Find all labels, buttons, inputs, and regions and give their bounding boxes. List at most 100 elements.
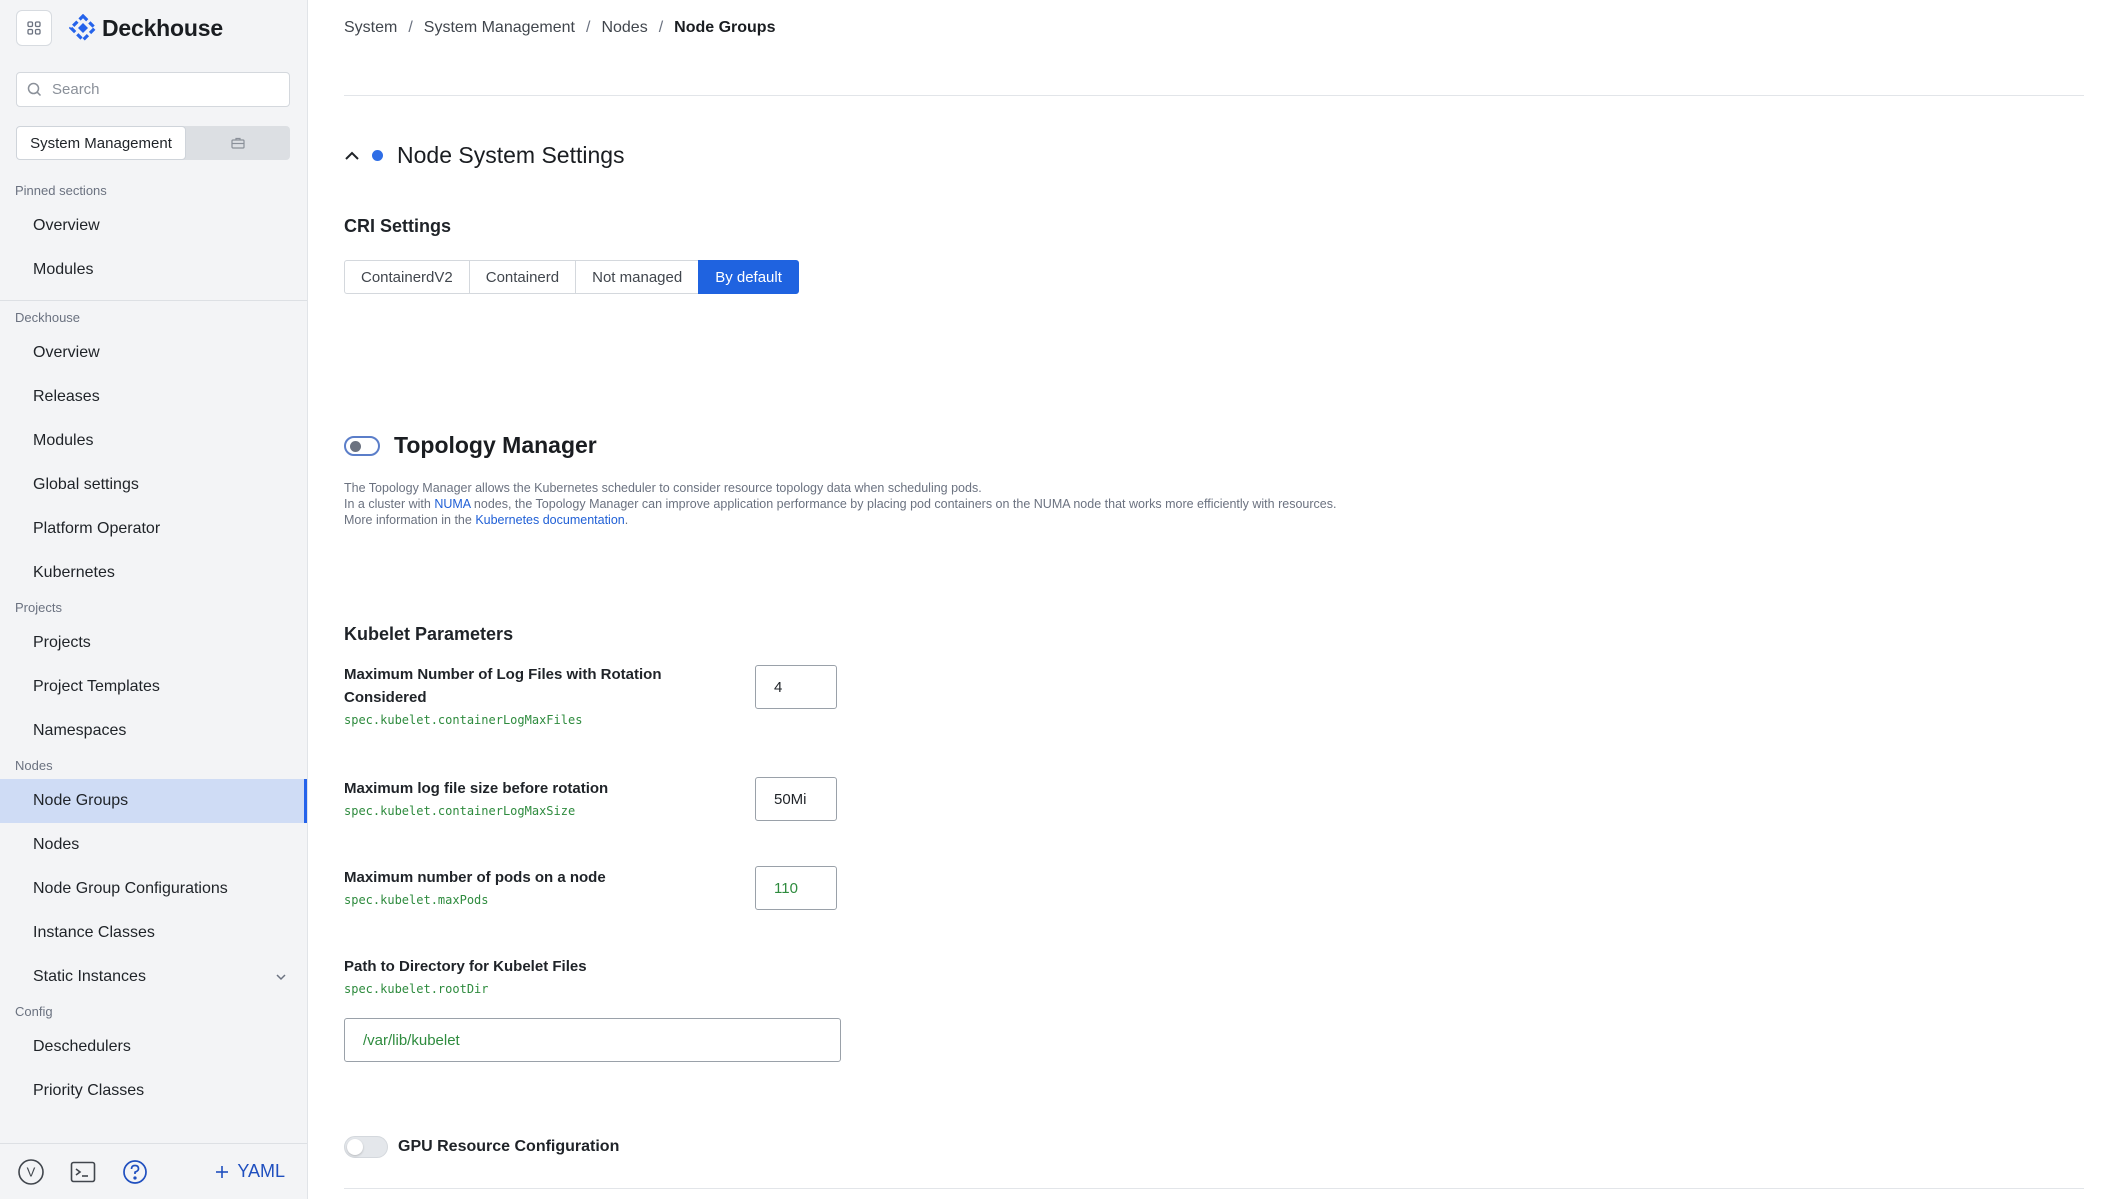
numa-link[interactable]: NUMA: [434, 497, 470, 511]
sidebar-item-node-groups[interactable]: Node Groups: [0, 779, 307, 823]
sidebar-item-overview[interactable]: Overview: [0, 331, 307, 375]
add-yaml-button[interactable]: YAML: [215, 1161, 285, 1182]
logo-row: Deckhouse: [16, 10, 223, 46]
topology-manager-description: The Topology Manager allows the Kubernet…: [344, 480, 1336, 528]
help-icon: [123, 1159, 147, 1184]
cri-option-containerdv2[interactable]: ContainerdV2: [344, 260, 470, 294]
cri-option-by-default[interactable]: By default: [698, 260, 799, 294]
divider: [344, 95, 2084, 96]
desc-text: More information in the: [344, 513, 476, 527]
param-container-log-max-files: Maximum Number of Log Files with Rotatio…: [344, 663, 704, 727]
gpu-resource-label: GPU Resource Configuration: [398, 1138, 620, 1155]
param-max-pods: Maximum number of pods on a node spec.ku…: [344, 866, 704, 907]
user-avatar-button[interactable]: V: [16, 1157, 46, 1187]
divider: [344, 1188, 2084, 1189]
sidebar-footer: V YAML: [0, 1143, 307, 1199]
root-dir-input[interactable]: [344, 1018, 841, 1062]
param-root-dir: Path to Directory for Kubelet Files spec…: [344, 955, 704, 996]
breadcrumb-system[interactable]: System: [344, 19, 397, 37]
kubelet-parameters-title: Kubelet Parameters: [344, 624, 514, 644]
cri-settings-label: CRI Settings: [344, 216, 452, 236]
sidebar-item-platform-operator[interactable]: Platform Operator: [0, 507, 307, 551]
avatar-icon: V: [18, 1158, 44, 1185]
topology-desc-line-3: More information in the Kubernetes docum…: [344, 512, 1336, 528]
cri-option-not-managed[interactable]: Not managed: [575, 260, 700, 294]
sidebar-item-releases[interactable]: Releases: [0, 375, 307, 419]
sidebar-item-kubernetes[interactable]: Kubernetes: [0, 551, 307, 595]
sidebar-item-instance-classes[interactable]: Instance Classes: [0, 911, 307, 955]
breadcrumb-separator: /: [408, 19, 413, 36]
nav-section-pinned: Pinned sections: [15, 183, 107, 198]
nav-section-nodes: Nodes: [15, 758, 53, 773]
section-header[interactable]: Node System Settings: [344, 142, 625, 169]
terminal-icon: [70, 1161, 96, 1182]
max-pods-input[interactable]: [755, 866, 837, 910]
topology-manager-title: Topology Manager: [394, 432, 597, 458]
sidebar-item-modules[interactable]: Modules: [0, 419, 307, 463]
sidebar-item-namespaces[interactable]: Namespaces: [0, 709, 307, 753]
sidebar: Deckhouse System Management Pinned secti…: [0, 0, 308, 1199]
topology-desc-line-2: In a cluster with NUMA nodes, the Topolo…: [344, 496, 1336, 512]
main-content: System / System Management / Nodes / Nod…: [309, 0, 2105, 1199]
breadcrumb-current: Node Groups: [674, 19, 776, 36]
help-button[interactable]: [120, 1157, 150, 1187]
sidebar-item-nodes[interactable]: Nodes: [0, 823, 307, 867]
param-path: spec.kubelet.containerLogMaxSize: [344, 804, 576, 818]
param-label: Maximum log file size before rotation: [344, 780, 609, 797]
container-log-max-files-input[interactable]: [755, 665, 837, 709]
avatar-letter: V: [27, 1164, 36, 1179]
search-box: [16, 72, 290, 107]
desc-text: nodes, the Topology Manager can improve …: [470, 497, 1337, 511]
switcher-projects[interactable]: [186, 126, 290, 160]
cri-option-containerd[interactable]: Containerd: [468, 260, 577, 294]
plus-icon: [216, 1165, 229, 1178]
breadcrumb-system-management[interactable]: System Management: [424, 19, 575, 37]
chevron-up-icon[interactable]: [344, 151, 360, 161]
nav-divider: [0, 300, 307, 301]
sidebar-item-label: Static Instances: [33, 968, 146, 985]
section-title: Node System Settings: [397, 142, 625, 168]
status-dot: [372, 150, 383, 161]
param-label: Maximum number of pods on a node: [344, 869, 606, 886]
switcher-system-management[interactable]: System Management: [16, 126, 186, 160]
briefcase-icon: [231, 137, 245, 149]
apps-menu-button[interactable]: [16, 10, 52, 46]
nav-section-deckhouse: Deckhouse: [15, 310, 81, 325]
sidebar-item-static-instances[interactable]: Static Instances: [0, 955, 307, 999]
sidebar-item-priority-classes[interactable]: Priority Classes: [0, 1069, 307, 1113]
sidebar-item-pinned-overview[interactable]: Overview: [0, 204, 307, 248]
sidebar-item-deschedulers[interactable]: Deschedulers: [0, 1025, 307, 1069]
toggle-knob: [350, 440, 361, 452]
breadcrumb-separator: /: [658, 19, 664, 36]
gpu-resource-toggle[interactable]: [344, 1136, 388, 1158]
param-path: spec.kubelet.rootDir: [344, 982, 489, 996]
search-icon: [27, 82, 42, 97]
topology-manager-toggle[interactable]: [344, 435, 380, 456]
apps-grid-icon: [27, 21, 41, 35]
cri-segmented-control: ContainerdV2 Containerd Not managed By d…: [344, 260, 799, 294]
sidebar-item-project-templates[interactable]: Project Templates: [0, 665, 307, 709]
sidebar-nav: Pinned sections Overview Modules Deckhou…: [0, 178, 307, 1113]
sidebar-item-projects[interactable]: Projects: [0, 621, 307, 665]
breadcrumb-separator: /: [585, 19, 591, 36]
param-label: Path to Directory for Kubelet Files: [344, 958, 587, 975]
container-log-max-size-input[interactable]: [755, 777, 837, 821]
chevron-down-icon[interactable]: [275, 955, 287, 999]
topology-manager-header: Topology Manager: [344, 432, 597, 459]
app-name: Deckhouse: [102, 14, 223, 41]
terminal-button[interactable]: [68, 1157, 98, 1187]
toggle-knob: [347, 1139, 363, 1155]
breadcrumb-nodes[interactable]: Nodes: [601, 19, 647, 37]
search-input[interactable]: [52, 81, 272, 98]
kubernetes-docs-link[interactable]: Kubernetes documentation: [475, 513, 624, 527]
sidebar-item-node-group-configurations[interactable]: Node Group Configurations: [0, 867, 307, 911]
breadcrumb: System / System Management / Nodes / Nod…: [344, 19, 775, 37]
param-path: spec.kubelet.maxPods: [344, 893, 489, 907]
desc-text: In a cluster with: [344, 497, 435, 511]
desc-text: .: [624, 513, 629, 527]
gpu-resource-row: GPU Resource Configuration: [344, 1136, 619, 1158]
topology-desc-line-1: The Topology Manager allows the Kubernet…: [344, 481, 982, 495]
sidebar-item-global-settings[interactable]: Global settings: [0, 463, 307, 507]
deckhouse-logo-icon: [68, 13, 98, 43]
sidebar-item-pinned-modules[interactable]: Modules: [0, 248, 307, 292]
